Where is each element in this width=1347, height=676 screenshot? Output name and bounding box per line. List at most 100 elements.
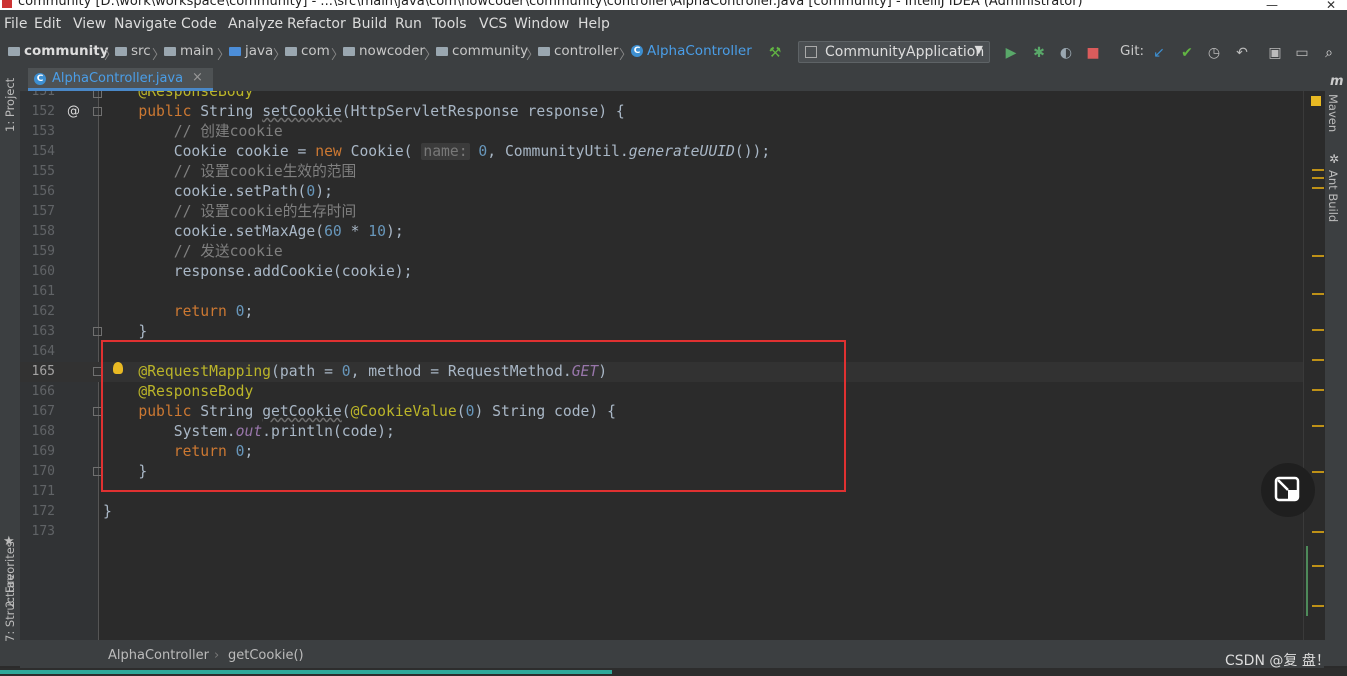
stripe-mark: [1312, 255, 1324, 257]
line-number: 152: [31, 104, 55, 119]
stripe-mark: [1312, 359, 1324, 361]
package-icon: [343, 46, 355, 56]
class-icon: C: [631, 45, 643, 57]
stripe-mark: [1312, 531, 1324, 533]
watermark: CSDN @复 盘！: [1225, 653, 1330, 669]
line-number: 167: [31, 404, 55, 419]
line-number: 159: [31, 244, 55, 259]
line-number: 161: [31, 284, 55, 299]
error-stripe: [1303, 91, 1325, 640]
class-icon: C: [34, 73, 46, 85]
package-icon: [436, 46, 448, 56]
menu-refactor[interactable]: Refactor: [287, 16, 346, 32]
breadcrumb-class[interactable]: C AlphaController: [631, 43, 752, 59]
code-line: }: [103, 503, 112, 520]
stripe-mark: [1312, 389, 1324, 391]
git-rollback-icon[interactable]: ↶: [1233, 44, 1251, 62]
project-structure-icon[interactable]: ▣: [1266, 44, 1284, 62]
breadcrumb-controller[interactable]: controller: [538, 43, 618, 59]
breadcrumb-main[interactable]: main: [164, 43, 214, 59]
stripe-mark: [1312, 177, 1324, 179]
breadcrumb-src[interactable]: src: [115, 43, 151, 59]
picture-in-picture-icon: [1274, 476, 1300, 502]
menu-navigate[interactable]: Navigate: [114, 16, 177, 32]
warning-status-icon[interactable]: [1311, 96, 1321, 106]
run-icon[interactable]: ▶: [1002, 44, 1020, 62]
line-number: 172: [31, 504, 55, 519]
project-tool-tab[interactable]: 1: Project: [3, 78, 17, 132]
configuration-icon: [805, 46, 817, 58]
menu-analyze[interactable]: Analyze: [228, 16, 283, 32]
stripe-mark: [1312, 293, 1324, 295]
breadcrumb-separator: ›: [214, 648, 220, 663]
close-button[interactable]: ✕: [1326, 0, 1336, 10]
search-icon[interactable]: ⌕: [1320, 44, 1338, 62]
code-line: response.addCookie(cookie);: [103, 263, 413, 280]
menu-file[interactable]: File: [4, 16, 27, 32]
code-line: // 发送cookie: [103, 243, 283, 260]
menu-bar: File Edit View Navigate Code Analyze Ref…: [0, 10, 1347, 38]
floating-window-button[interactable]: [1261, 463, 1315, 517]
menu-edit[interactable]: Edit: [34, 16, 61, 32]
override-at-icon[interactable]: @: [67, 104, 80, 119]
menu-code[interactable]: Code: [181, 16, 217, 32]
star-icon: ★: [3, 534, 15, 549]
debug-bug-icon[interactable]: ✱: [1030, 44, 1048, 62]
fold-marker-icon[interactable]: [93, 327, 102, 336]
line-number: 171: [31, 484, 55, 499]
git-commit-icon[interactable]: ✔: [1178, 44, 1196, 62]
menu-help[interactable]: Help: [578, 16, 610, 32]
line-number: 160: [31, 264, 55, 279]
code-line: cookie.setMaxAge(60 * 10);: [103, 223, 404, 240]
line-number: 173: [31, 524, 55, 539]
line-number: 155: [31, 164, 55, 179]
menu-run[interactable]: Run: [395, 16, 422, 32]
menu-tools[interactable]: Tools: [432, 16, 467, 32]
maven-tool-tab[interactable]: Maven: [1326, 94, 1340, 132]
git-update-icon[interactable]: ↙: [1150, 44, 1168, 62]
line-number: 157: [31, 204, 55, 219]
run-configuration-select[interactable]: CommunityApplication ▼: [798, 41, 990, 63]
folder-icon: [164, 46, 176, 56]
progress-fill: [0, 670, 612, 674]
fold-marker-icon[interactable]: [93, 107, 102, 116]
git-label: Git:: [1120, 43, 1145, 59]
line-number: 163: [31, 324, 55, 339]
ant-build-tool-tab[interactable]: Ant Build: [1326, 170, 1340, 222]
code-line: // 创建cookie: [103, 123, 283, 140]
status-class-crumb[interactable]: AlphaController: [108, 648, 209, 663]
breadcrumb-nowcoder[interactable]: nowcoder: [343, 43, 425, 59]
stripe-mark: [1312, 605, 1324, 607]
stripe-mark: [1312, 169, 1324, 171]
editor-tab-alphacontroller[interactable]: C AlphaController.java ×: [28, 68, 213, 91]
left-tool-strip: 1: Project 2: Favorites ★ 7: Structure: [0, 68, 21, 666]
code-line: cookie.setPath(0);: [103, 183, 333, 200]
menu-build[interactable]: Build: [352, 16, 387, 32]
layout-icon[interactable]: ▭: [1293, 44, 1311, 62]
code-line: @ResponseBody: [138, 91, 254, 100]
highlight-annotation-box: [101, 340, 846, 492]
line-number: 166: [31, 384, 55, 399]
menu-vcs[interactable]: VCS: [479, 16, 507, 32]
line-number: 162: [31, 304, 55, 319]
line-number: 164: [31, 344, 55, 359]
menu-view[interactable]: View: [73, 16, 106, 32]
build-hammer-icon[interactable]: ⚒: [766, 44, 784, 62]
git-history-icon[interactable]: ◷: [1205, 44, 1223, 62]
breadcrumb-java[interactable]: java: [229, 43, 273, 59]
breadcrumb-com[interactable]: com: [285, 43, 330, 59]
minimize-button[interactable]: —: [1266, 0, 1278, 10]
breadcrumb-project[interactable]: community: [8, 43, 109, 59]
line-number: 154: [31, 144, 55, 159]
status-method-crumb[interactable]: getCookie(): [228, 648, 304, 663]
line-number: 153: [31, 124, 55, 139]
breadcrumb-community[interactable]: community: [436, 43, 528, 59]
stripe-mark: [1312, 565, 1324, 567]
window-title-bar: community [D:\work\workspace\community] …: [0, 0, 1347, 10]
structure-tool-tab[interactable]: 7: Structure: [3, 574, 17, 642]
menu-window[interactable]: Window: [514, 16, 569, 32]
coverage-icon[interactable]: ◐: [1057, 44, 1075, 62]
close-tab-icon[interactable]: ×: [192, 70, 203, 85]
stop-icon[interactable]: ■: [1084, 44, 1102, 62]
fold-marker-icon[interactable]: [93, 91, 102, 98]
